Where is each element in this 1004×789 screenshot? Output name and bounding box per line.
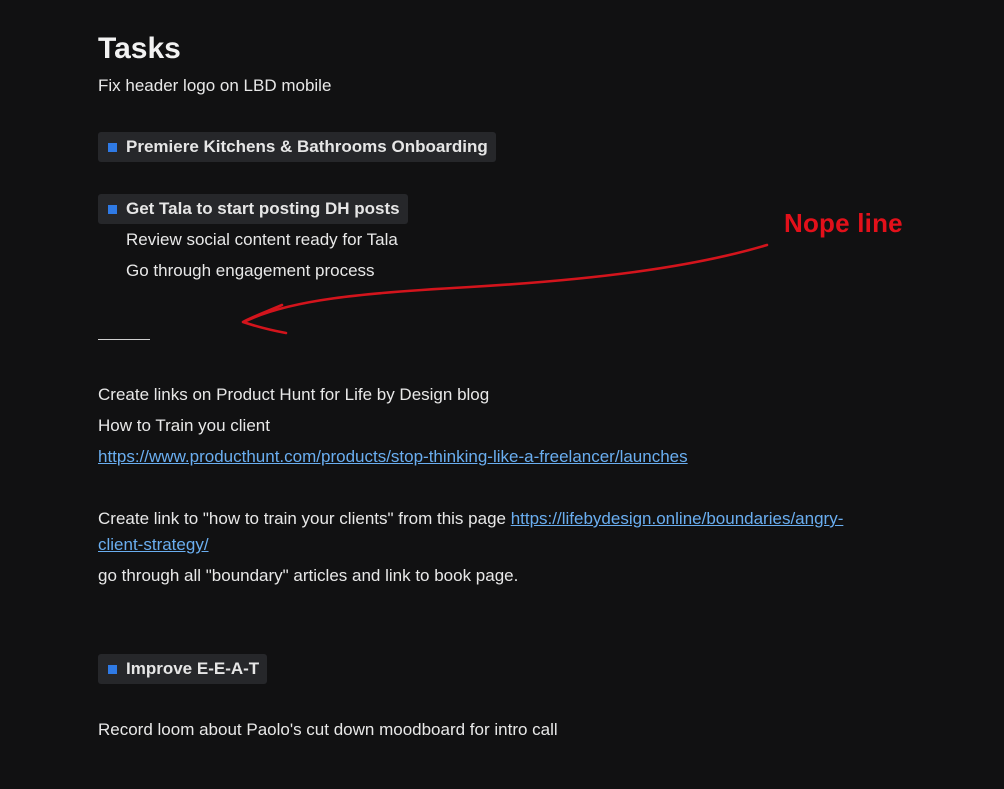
annotation-arrow-icon <box>241 243 769 335</box>
